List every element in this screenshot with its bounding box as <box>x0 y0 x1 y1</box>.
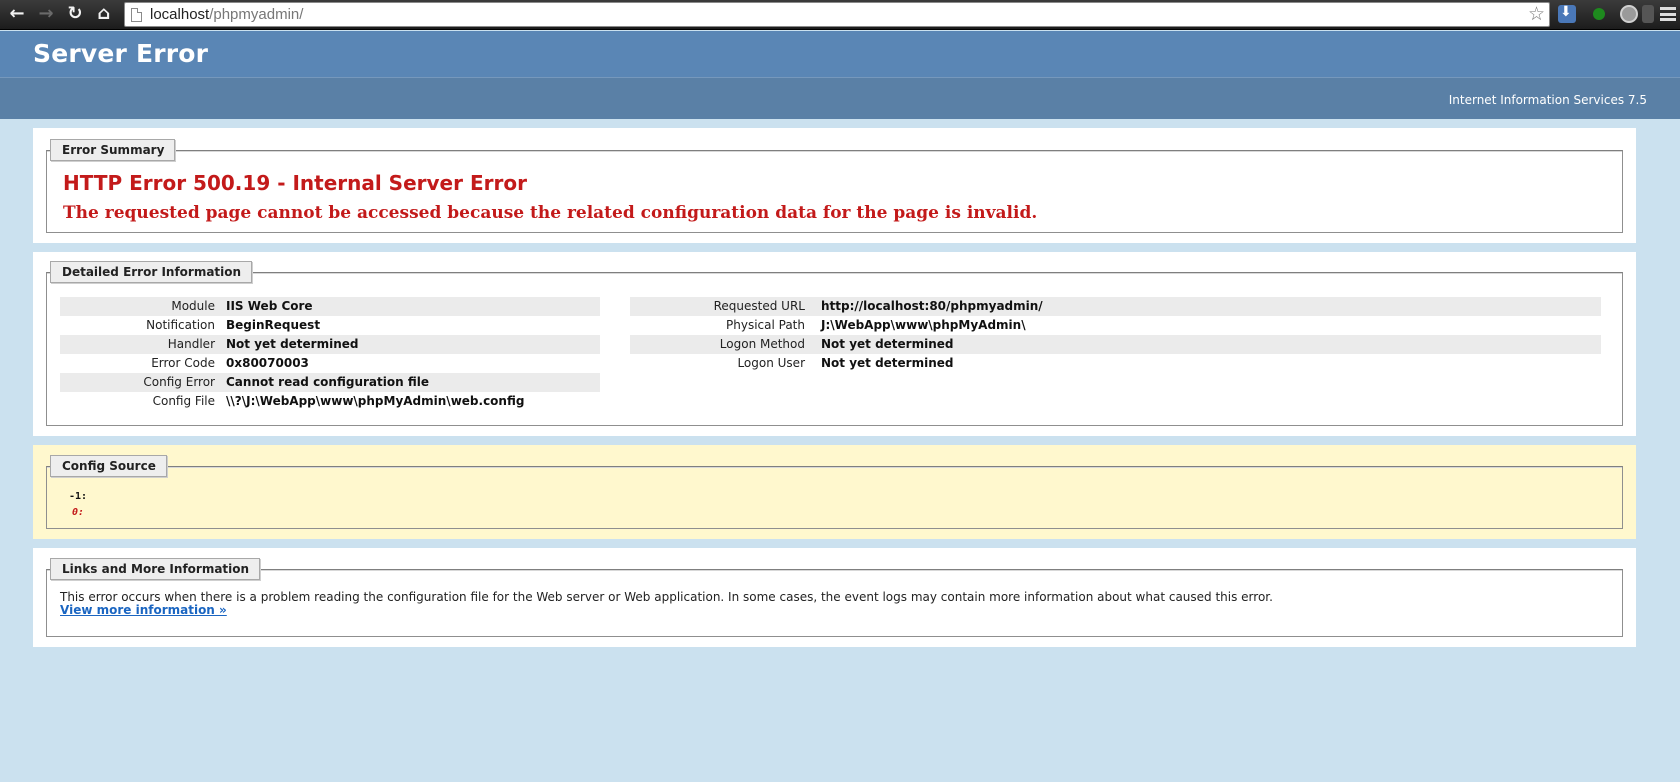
links-panel: Links and More Information This error oc… <box>33 548 1636 647</box>
detailed-info-legend: Detailed Error Information <box>50 261 253 283</box>
reload-icon[interactable]: ↻ <box>64 3 86 25</box>
detail-value: Not yet determined <box>821 337 954 351</box>
error-summary-fieldset: Error Summary HTTP Error 500.19 - Intern… <box>46 139 1623 233</box>
detail-label: Config File <box>152 394 215 408</box>
detail-row: Physical Path J:\WebApp\www\phpMyAdmin\ <box>630 316 1601 335</box>
detail-label: Logon User <box>737 356 805 370</box>
detail-label: Requested URL <box>713 299 805 313</box>
extension-icon[interactable] <box>1642 5 1654 23</box>
detail-row: Error Code 0x80070003 <box>60 354 600 373</box>
detail-label: Physical Path <box>726 318 805 332</box>
detail-label: Handler <box>167 337 215 351</box>
url-text[interactable]: localhost/phpmyadmin/ <box>150 6 303 23</box>
detail-label: Config Error <box>143 375 215 389</box>
detail-row: Module IIS Web Core <box>60 297 600 316</box>
back-arrow-icon[interactable]: ← <box>6 3 28 25</box>
config-source-panel: Config Source -1: 0: <box>33 445 1636 539</box>
view-more-information-link[interactable]: View more information » <box>60 603 227 617</box>
address-bar[interactable]: localhost/phpmyadmin/ ☆ <box>124 2 1550 27</box>
detail-value: BeginRequest <box>226 318 321 332</box>
detail-row: Config File \\?\J:\WebApp\www\phpMyAdmin… <box>60 392 600 411</box>
detail-column-left: Module IIS Web Core Notification BeginRe… <box>60 297 600 411</box>
links-description: This error occurs when there is a proble… <box>60 590 1273 604</box>
detail-value: Cannot read configuration file <box>226 375 429 389</box>
detailed-info-fieldset: Detailed Error Information Module IIS We… <box>46 261 1623 426</box>
globe-extension-icon[interactable] <box>1620 5 1638 23</box>
detail-row: Notification BeginRequest <box>60 316 600 335</box>
detail-row: Requested URL http://localhost:80/phpmya… <box>630 297 1601 316</box>
detail-value: Not yet determined <box>226 337 359 351</box>
server-banner: Internet Information Services 7.5 <box>0 77 1680 119</box>
forward-arrow-icon[interactable]: → <box>35 3 57 25</box>
detail-row: Logon Method Not yet determined <box>630 335 1601 354</box>
error-description: The requested page cannot be accessed be… <box>63 203 1038 223</box>
page-icon <box>131 8 142 22</box>
detail-row: Logon User Not yet determined <box>630 354 1601 373</box>
config-source-line: -1: <box>69 491 88 502</box>
config-source-legend: Config Source <box>50 455 167 477</box>
detail-label: Notification <box>146 318 215 332</box>
detailed-info-panel: Detailed Error Information Module IIS We… <box>33 252 1636 436</box>
page-title: Server Error <box>33 39 209 68</box>
detail-row: Handler Not yet determined <box>60 335 600 354</box>
links-fieldset: Links and More Information This error oc… <box>46 558 1623 637</box>
detail-value: J:\WebApp\www\phpMyAdmin\ <box>821 318 1026 332</box>
detail-column-right: Requested URL http://localhost:80/phpmya… <box>630 297 1601 373</box>
bookmark-star-icon[interactable]: ☆ <box>1528 3 1545 25</box>
detail-row: Config Error Cannot read configuration f… <box>60 373 600 392</box>
page-header: Server Error <box>0 31 1680 77</box>
detail-value: IIS Web Core <box>226 299 313 313</box>
download-extension-icon[interactable] <box>1558 4 1576 23</box>
error-summary-panel: Error Summary HTTP Error 500.19 - Intern… <box>33 128 1636 243</box>
error-title: HTTP Error 500.19 - Internal Server Erro… <box>63 171 527 195</box>
home-icon[interactable]: ⌂ <box>93 3 115 25</box>
browser-toolbar: ← → ↻ ⌂ localhost/phpmyadmin/ ☆ <box>0 0 1680 30</box>
detail-value: http://localhost:80/phpmyadmin/ <box>821 299 1043 313</box>
url-host: localhost <box>150 6 210 23</box>
detail-label: Logon Method <box>719 337 805 351</box>
detail-value: Not yet determined <box>821 356 954 370</box>
config-source-fieldset: Config Source -1: 0: <box>46 455 1623 529</box>
server-name: Internet Information Services 7.5 <box>1448 93 1647 107</box>
links-legend: Links and More Information <box>50 558 261 580</box>
detail-value: 0x80070003 <box>226 356 309 370</box>
error-summary-legend: Error Summary <box>50 139 176 161</box>
detail-value: \\?\J:\WebApp\www\phpMyAdmin\web.config <box>226 394 525 408</box>
browser-menu-icon[interactable] <box>1660 7 1676 21</box>
detail-label: Error Code <box>151 356 215 370</box>
green-extension-icon[interactable] <box>1590 5 1608 23</box>
config-source-line-error: 0: <box>72 507 85 518</box>
detail-label: Module <box>171 299 215 313</box>
url-path: /phpmyadmin/ <box>209 6 304 23</box>
